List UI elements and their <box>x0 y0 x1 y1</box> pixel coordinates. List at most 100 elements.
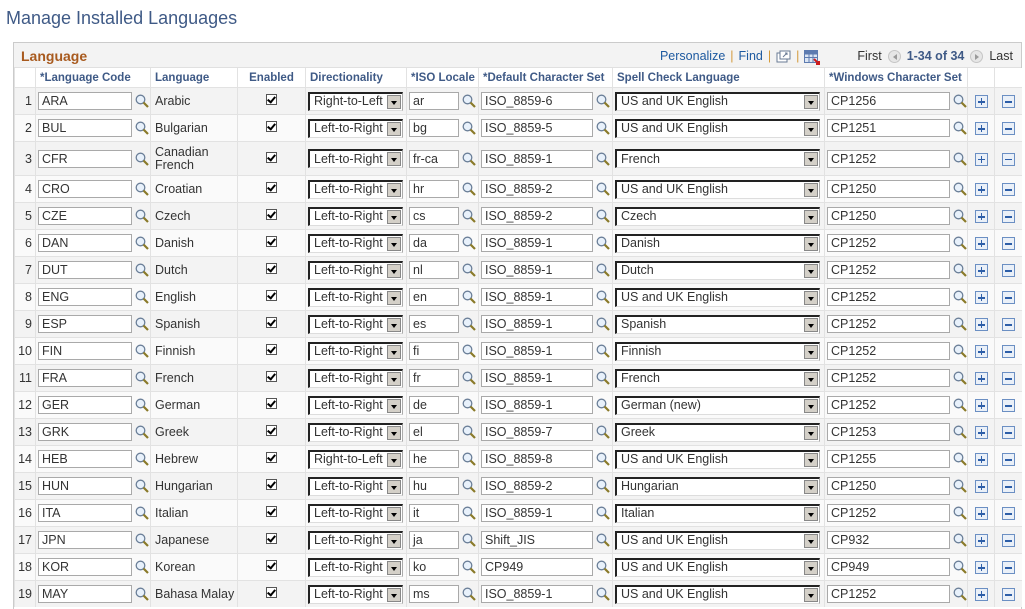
magnifier-icon[interactable] <box>596 317 610 331</box>
iso-locale-input[interactable]: ja <box>409 531 459 549</box>
directionality-select[interactable]: Left-to-Right <box>308 530 403 550</box>
iso-locale-input[interactable]: ar <box>409 92 459 110</box>
previous-page-icon[interactable] <box>887 49 901 63</box>
add-row-button[interactable] <box>974 152 988 166</box>
windows-charset-input[interactable]: CP1252 <box>827 234 950 252</box>
iso-locale-input[interactable]: da <box>409 234 459 252</box>
enabled-checkbox[interactable] <box>266 94 277 105</box>
directionality-select[interactable]: Left-to-Right <box>308 368 403 388</box>
enabled-checkbox[interactable] <box>266 236 277 247</box>
delete-row-button[interactable] <box>1001 399 1015 413</box>
spell-check-select[interactable]: French <box>615 149 820 168</box>
add-row-button[interactable] <box>974 453 988 467</box>
add-row-button[interactable] <box>974 534 988 548</box>
delete-row-button[interactable] <box>1001 372 1015 386</box>
magnifier-icon[interactable] <box>596 209 610 223</box>
magnifier-icon[interactable] <box>462 425 476 439</box>
magnifier-icon[interactable] <box>953 452 967 466</box>
language-code-input[interactable]: CFR <box>38 149 132 168</box>
windows-charset-input[interactable]: CP1252 <box>827 504 950 522</box>
delete-row-button[interactable] <box>1001 561 1015 575</box>
add-row-button[interactable] <box>974 399 988 413</box>
directionality-select[interactable]: Left-to-Right <box>308 260 403 280</box>
enabled-checkbox[interactable] <box>266 344 277 355</box>
delete-row-button[interactable] <box>1001 291 1015 305</box>
magnifier-icon[interactable] <box>953 290 967 304</box>
iso-locale-input[interactable]: ko <box>409 558 459 576</box>
magnifier-icon[interactable] <box>953 533 967 547</box>
language-code-input[interactable]: ESP <box>38 315 132 333</box>
next-page-icon[interactable] <box>970 49 984 63</box>
add-row-button[interactable] <box>974 183 988 197</box>
magnifier-icon[interactable] <box>953 344 967 358</box>
default-charset-input[interactable]: ISO_8859-1 <box>481 369 593 387</box>
spell-check-select[interactable]: US and UK English <box>615 179 820 199</box>
magnifier-icon[interactable] <box>135 263 149 277</box>
magnifier-icon[interactable] <box>953 371 967 385</box>
add-row-button[interactable] <box>974 372 988 386</box>
magnifier-icon[interactable] <box>135 182 149 196</box>
directionality-select[interactable]: Left-to-Right <box>308 341 403 361</box>
magnifier-icon[interactable] <box>953 506 967 520</box>
col-spell-check[interactable]: Spell Check Language <box>612 68 825 88</box>
magnifier-icon[interactable] <box>135 121 149 135</box>
magnifier-icon[interactable] <box>135 398 149 412</box>
magnifier-icon[interactable] <box>462 398 476 412</box>
iso-locale-input[interactable]: he <box>409 450 459 468</box>
add-row-button[interactable] <box>974 480 988 494</box>
enabled-checkbox[interactable] <box>266 506 277 517</box>
magnifier-icon[interactable] <box>462 560 476 574</box>
iso-locale-input[interactable]: cs <box>409 207 459 225</box>
magnifier-icon[interactable] <box>596 452 610 466</box>
magnifier-icon[interactable] <box>953 94 967 108</box>
magnifier-icon[interactable] <box>135 344 149 358</box>
directionality-select[interactable]: Left-to-Right <box>308 206 403 226</box>
windows-charset-input[interactable]: CP1252 <box>827 369 950 387</box>
add-row-button[interactable] <box>974 345 988 359</box>
enabled-checkbox[interactable] <box>266 317 277 328</box>
enabled-checkbox[interactable] <box>266 290 277 301</box>
spell-check-select[interactable]: US and UK English <box>615 557 820 577</box>
magnifier-icon[interactable] <box>462 121 476 135</box>
magnifier-icon[interactable] <box>596 182 610 196</box>
magnifier-icon[interactable] <box>596 121 610 135</box>
magnifier-icon[interactable] <box>462 236 476 250</box>
default-charset-input[interactable]: Shift_JIS <box>481 531 593 549</box>
default-charset-input[interactable]: ISO_8859-2 <box>481 207 593 225</box>
directionality-select[interactable]: Left-to-Right <box>308 179 403 199</box>
magnifier-icon[interactable] <box>462 506 476 520</box>
language-code-input[interactable]: GER <box>38 396 132 414</box>
find-link[interactable]: Find <box>739 49 763 63</box>
magnifier-icon[interactable] <box>462 182 476 196</box>
magnifier-icon[interactable] <box>462 290 476 304</box>
windows-charset-input[interactable]: CP1252 <box>827 288 950 306</box>
add-row-button[interactable] <box>974 122 988 136</box>
magnifier-icon[interactable] <box>596 236 610 250</box>
delete-row-button[interactable] <box>1001 534 1015 548</box>
windows-charset-input[interactable]: CP949 <box>827 558 950 576</box>
personalize-link[interactable]: Personalize <box>660 49 725 63</box>
add-row-button[interactable] <box>974 426 988 440</box>
enabled-checkbox[interactable] <box>266 560 277 571</box>
iso-locale-input[interactable]: hu <box>409 477 459 495</box>
directionality-select[interactable]: Left-to-Right <box>308 149 403 168</box>
iso-locale-input[interactable]: ms <box>409 585 459 603</box>
magnifier-icon[interactable] <box>596 479 610 493</box>
new-window-icon[interactable] <box>776 50 791 63</box>
directionality-select[interactable]: Left-to-Right <box>308 287 403 307</box>
spell-check-select[interactable]: Danish <box>615 233 820 253</box>
language-code-input[interactable]: CZE <box>38 207 132 225</box>
magnifier-icon[interactable] <box>596 263 610 277</box>
add-row-button[interactable] <box>974 95 988 109</box>
magnifier-icon[interactable] <box>135 452 149 466</box>
magnifier-icon[interactable] <box>596 94 610 108</box>
spell-check-select[interactable]: Spanish <box>615 314 820 334</box>
default-charset-input[interactable]: ISO_8859-2 <box>481 180 593 198</box>
default-charset-input[interactable]: ISO_8859-5 <box>481 119 593 137</box>
enabled-checkbox[interactable] <box>266 371 277 382</box>
delete-row-button[interactable] <box>1001 345 1015 359</box>
magnifier-icon[interactable] <box>596 533 610 547</box>
spell-check-select[interactable]: US and UK English <box>615 530 820 550</box>
default-charset-input[interactable]: ISO_8859-1 <box>481 396 593 414</box>
col-language-code[interactable]: *Language Code <box>35 68 151 88</box>
